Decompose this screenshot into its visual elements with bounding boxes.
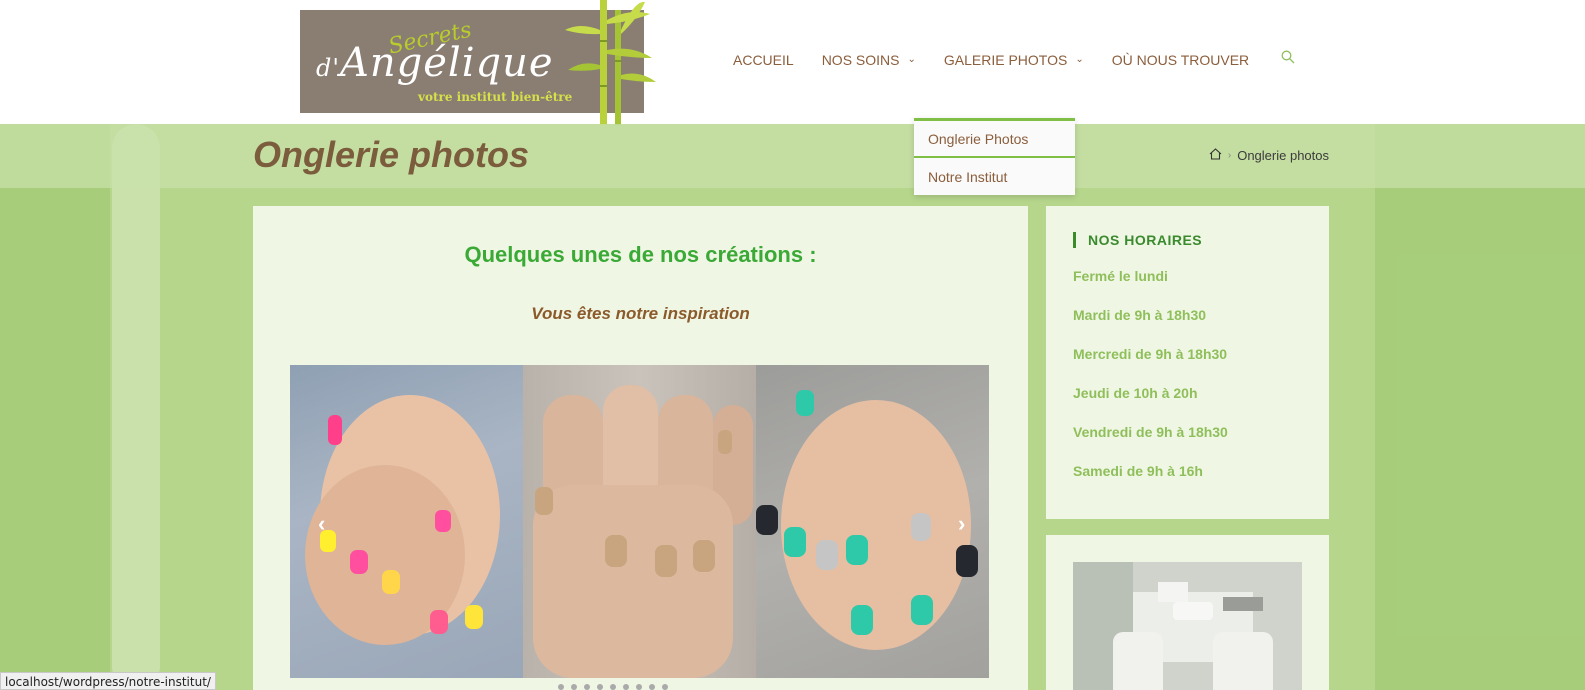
hours-item: Vendredi de 9h à 18h30 [1073,423,1228,440]
sidebar-salon-widget [1046,535,1329,690]
slider-dot[interactable] [636,684,642,690]
slider-dot[interactable] [584,684,590,690]
nav-galerie-photos[interactable]: GALERIE PHOTOS ⌄ [944,52,1084,68]
salon-image [1073,562,1302,690]
bamboo-stripe [1375,124,1585,690]
nav-accueil[interactable]: ACCUEIL [733,52,794,68]
slider-dot[interactable] [662,684,668,690]
hours-item: Mercredi de 9h à 18h30 [1073,345,1228,362]
nail-photo-tartan [523,365,756,678]
hands-image [533,385,753,678]
nail-photo-turquoise [756,365,989,678]
content-heading: Quelques unes de nos créations : [464,242,817,267]
dropdown-item-onglerie-photos[interactable]: Onglerie Photos [914,121,1075,158]
slider-dot[interactable] [623,684,629,690]
content-subheading: Vous êtes notre inspiration [531,304,750,323]
main-content: Quelques unes de nos créations : Vous êt… [253,206,1028,690]
logo-tagline: votre institut bien-être [418,90,573,104]
sidebar-title: NOS HORAIRES [1073,232,1202,248]
chevron-down-icon: ⌄ [1075,54,1084,65]
hours-item: Mardi de 9h à 18h30 [1073,306,1207,323]
sidebar-hours: NOS HORAIRES Fermé le lundi Mardi de 9h … [1046,206,1329,519]
bamboo-stripe [112,124,160,690]
site-logo[interactable]: Secrets d'Angélique votre institut bien-… [300,0,657,125]
slider-dot[interactable] [649,684,655,690]
chevron-down-icon: ⌄ [907,54,916,65]
hours-item: Jeudi de 10h à 20h [1073,384,1198,401]
breadcrumb-separator: › [1227,150,1232,161]
page-title: Onglerie photos [253,134,530,175]
bamboo-stripe [0,124,110,690]
galerie-dropdown-menu: Onglerie Photos Notre Institut [914,118,1075,195]
photo-slider: ‹ › [290,365,990,678]
search-icon[interactable] [1281,50,1295,69]
bamboo-icon [565,0,656,125]
slider-dot[interactable] [610,684,616,690]
dropdown-item-notre-institut[interactable]: Notre Institut [914,158,1075,195]
nav-label: GALERIE PHOTOS [943,51,1068,68]
hours-list: Fermé le lundi Mardi de 9h à 18h30 Mercr… [1073,256,1228,490]
salon-photo [1073,562,1302,690]
home-icon[interactable] [1209,148,1222,163]
logo-name-text: d'Angélique [316,40,554,86]
slider-dot[interactable] [558,684,564,690]
nav-label: NOS SOINS [821,51,900,68]
nav-nos-soins[interactable]: NOS SOINS ⌄ [822,52,916,68]
hours-item: Samedi de 9h à 16h [1073,462,1203,479]
slider-prev-arrow[interactable]: ‹ [318,511,325,537]
browser-status-url: localhost/wordpress/notre-institut/ [0,672,216,690]
hands-image [756,390,978,650]
nav-label: ACCUEIL [733,51,794,68]
logo-main-name: Angélique [339,40,554,86]
slider-dot[interactable] [571,684,577,690]
nav-label: OÙ NOUS TROUVER [1111,51,1250,68]
slider-dot[interactable] [597,684,603,690]
logo-prefix: d' [316,54,340,82]
main-nav: ACCUEIL NOS SOINS ⌄ GALERIE PHOTOS ⌄ OÙ NO… [733,50,1295,69]
site-header: Secrets d'Angélique votre institut bien-… [0,0,1585,125]
slider-next-arrow[interactable]: › [958,511,965,537]
nav-ou-nous-trouver[interactable]: OÙ NOUS TROUVER [1112,52,1249,68]
breadcrumb: › Onglerie photos [1209,148,1329,163]
hours-item: Fermé le lundi [1073,267,1168,284]
breadcrumb-current: Onglerie photos [1237,148,1329,163]
page-header-bar [0,124,1585,188]
slider-pagination [558,684,675,690]
